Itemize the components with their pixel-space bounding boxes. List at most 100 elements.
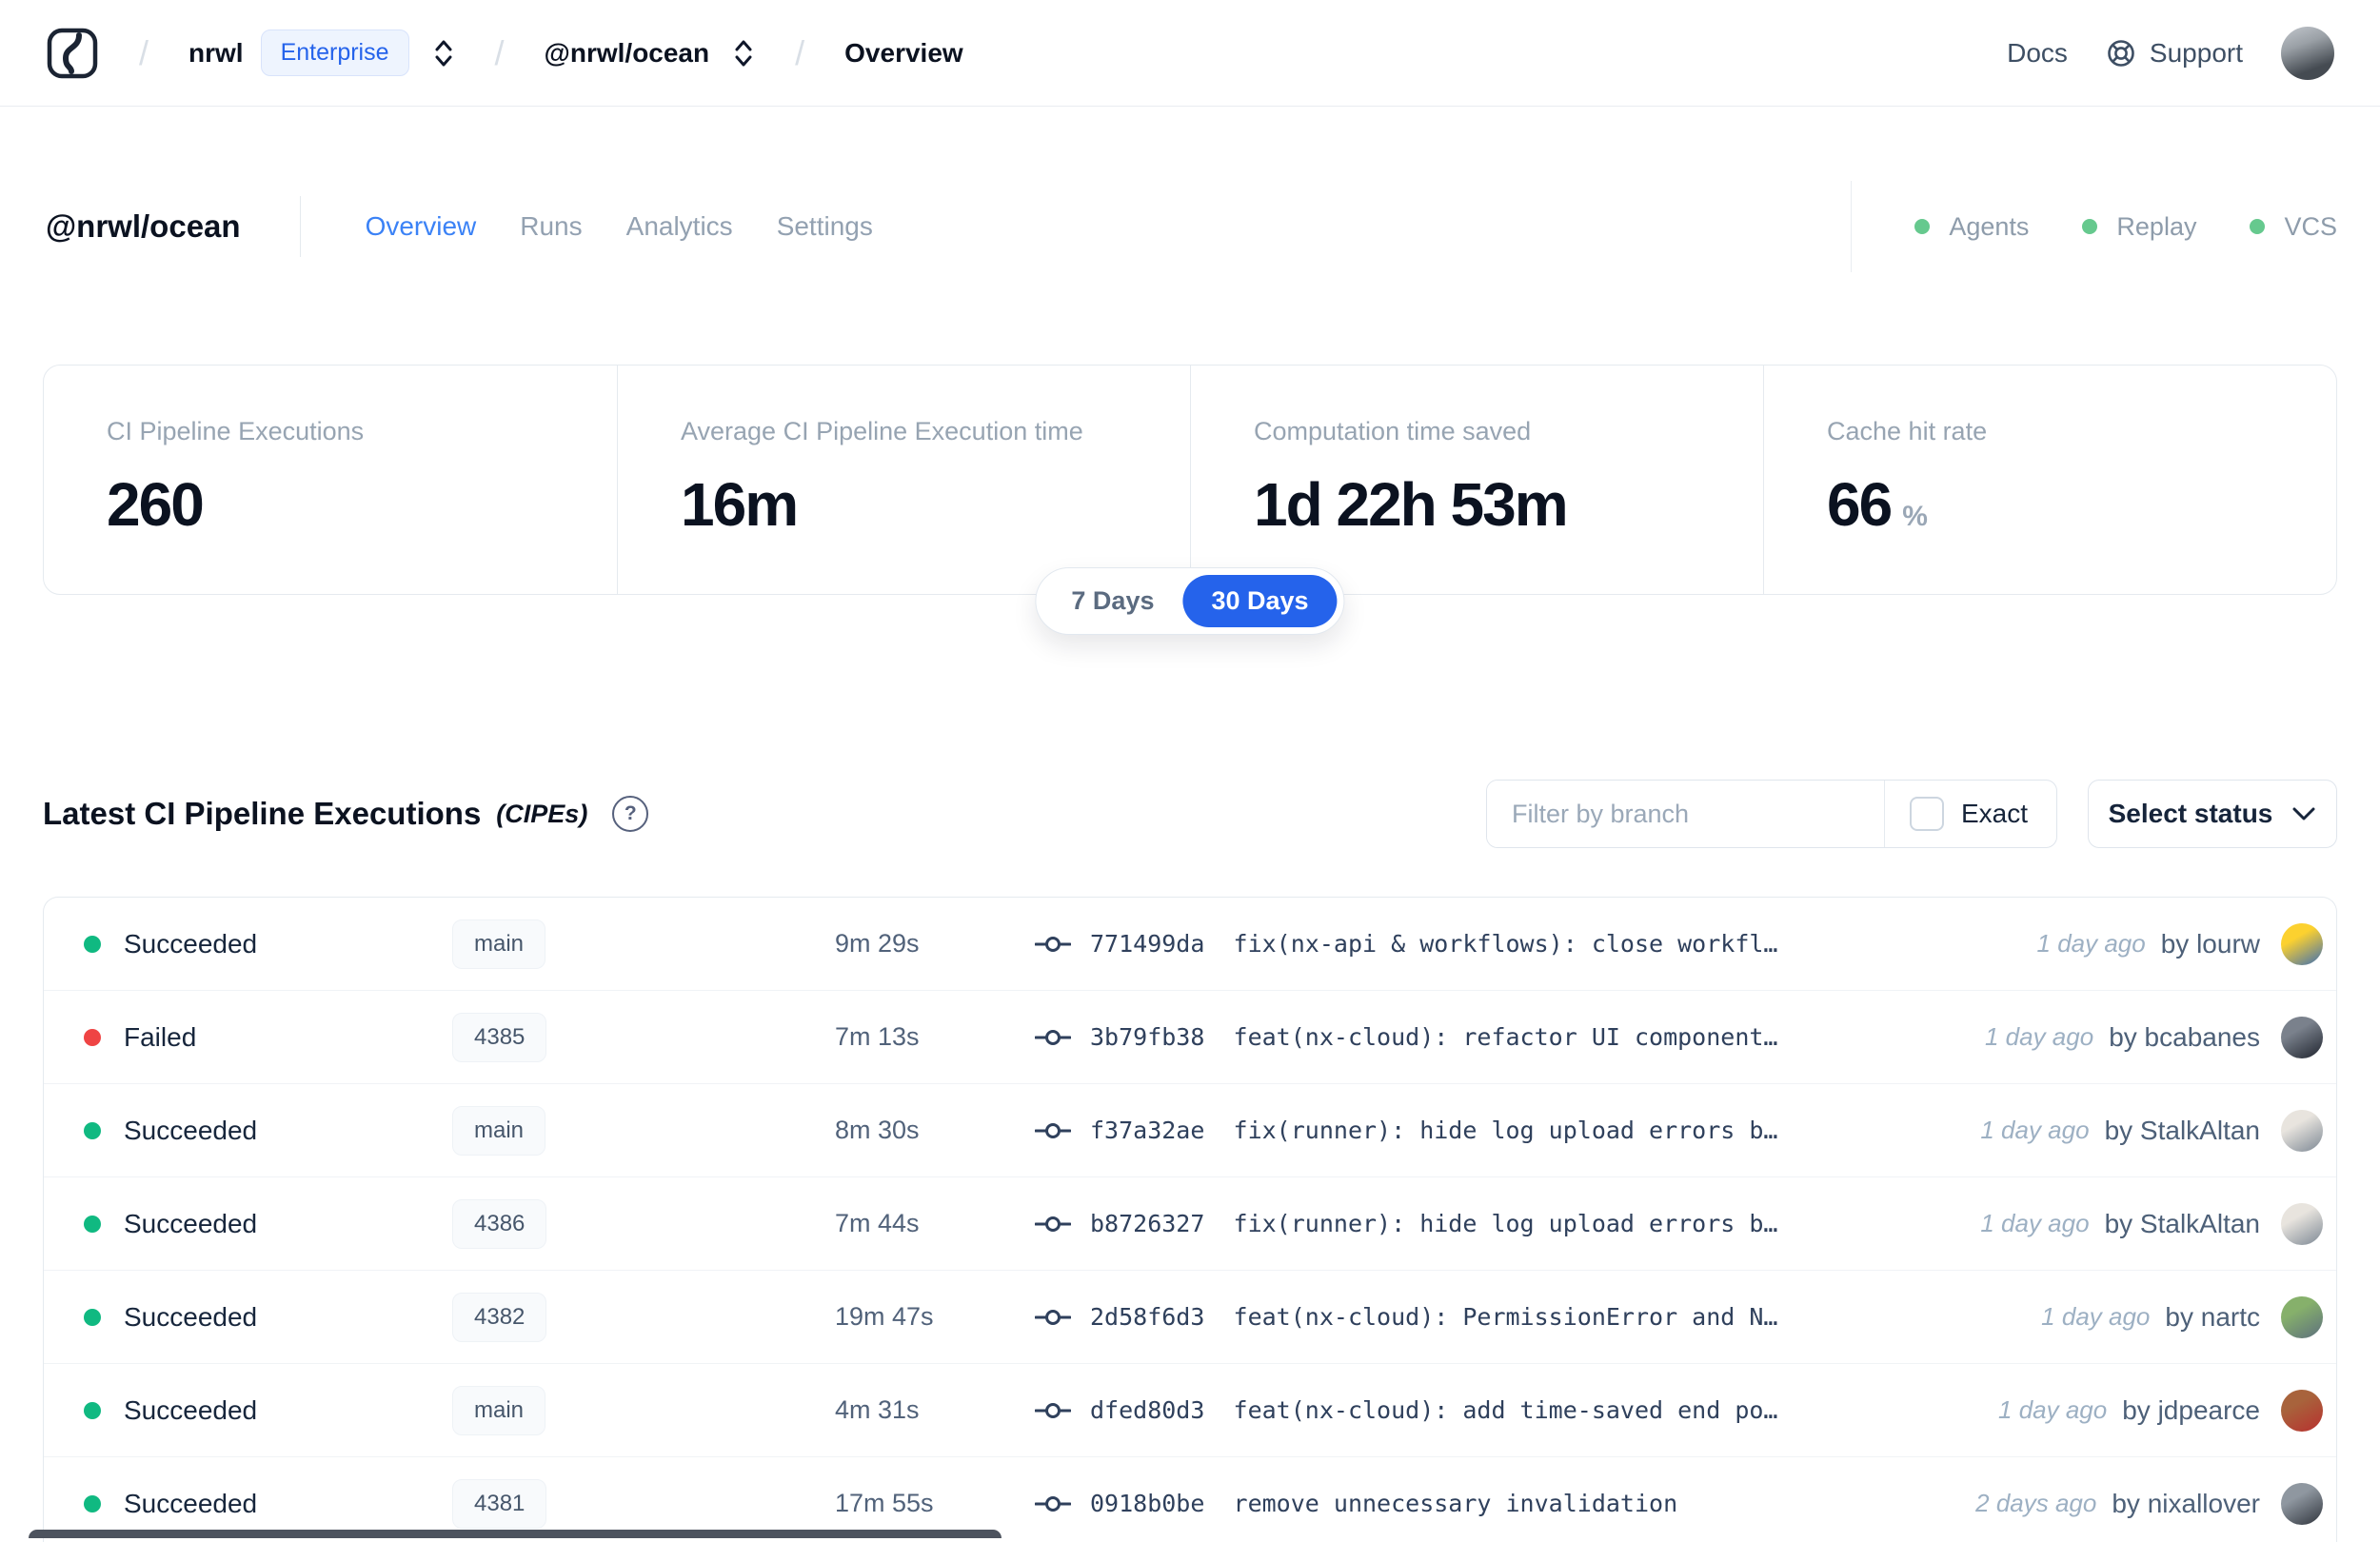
service-label: VCS: [2284, 211, 2337, 241]
commit-message[interactable]: b8726327 fix(runner): hide log upload er…: [1090, 1210, 1777, 1237]
time-ago: 1 day ago: [1984, 1022, 2094, 1051]
commit-message[interactable]: 771499da fix(nx-api & workflows): close …: [1090, 930, 1777, 958]
cipes-table: Succeeded main 9m 29s 771499da fix(nx-ap…: [43, 897, 2337, 1542]
stat-value: 66: [1827, 470, 1893, 539]
exact-checkbox[interactable]: [1909, 797, 1944, 831]
service-status[interactable]: VCS: [2250, 212, 2337, 242]
range-option[interactable]: 7 Days: [1042, 575, 1182, 627]
author: by lourw: [2160, 928, 2260, 959]
tab[interactable]: Overview: [366, 211, 477, 242]
tab[interactable]: Runs: [520, 211, 582, 242]
branch-badge[interactable]: main: [452, 1385, 546, 1435]
stat-card: Computation time saved 1d 22h 53m: [1190, 366, 1763, 594]
cipes-section-header: Latest CI Pipeline Executions (CIPEs) ? …: [43, 779, 2337, 849]
nx-cloud-logo[interactable]: [46, 27, 99, 80]
branch-badge[interactable]: main: [452, 1105, 546, 1156]
tab[interactable]: Analytics: [626, 211, 733, 242]
stats-cards: CI Pipeline Executions 260 Average CI Pi…: [43, 365, 2337, 595]
status-label: Succeeded: [124, 1394, 258, 1425]
branch-badge[interactable]: 4382: [452, 1292, 547, 1342]
author: by jdpearce: [2122, 1394, 2260, 1425]
breadcrumb-workspace[interactable]: @nrwl/ocean: [545, 38, 710, 69]
avatar[interactable]: [2281, 1482, 2323, 1525]
avatar[interactable]: [2281, 1016, 2323, 1058]
service-label: Agents: [1949, 211, 2030, 241]
enterprise-badge: Enterprise: [260, 30, 409, 76]
org-selector-chevrons-icon[interactable]: [432, 37, 455, 69]
author: by StalkAltan: [2104, 1208, 2260, 1238]
stat-value: 260: [107, 470, 205, 539]
page-title: @nrwl/ocean: [46, 208, 241, 244]
tab[interactable]: Settings: [777, 211, 873, 242]
service-status[interactable]: Agents: [1914, 212, 2029, 242]
duration: 19m 47s: [835, 1302, 934, 1331]
time-ago: 2 days ago: [1975, 1489, 2097, 1517]
branch-filter-input[interactable]: [1487, 781, 1884, 847]
stat-card: CI Pipeline Executions 260: [44, 366, 617, 594]
help-icon[interactable]: ?: [612, 796, 649, 832]
git-commit-icon: [1035, 1400, 1071, 1421]
range-option[interactable]: 30 Days: [1182, 575, 1338, 627]
avatar[interactable]: [2281, 922, 2323, 965]
date-range-toggle: 7 Days 30 Days: [1035, 567, 1345, 635]
avatar[interactable]: [2281, 1109, 2323, 1152]
stat-label: Average CI Pipeline Execution time: [681, 417, 1083, 445]
table-row[interactable]: Failed 4385 7m 13s 3b79fb38 feat(nx-clou…: [44, 991, 2336, 1084]
table-row[interactable]: Succeeded main 9m 29s 771499da fix(nx-ap…: [44, 898, 2336, 991]
time-ago: 1 day ago: [2041, 1302, 2151, 1331]
avatar[interactable]: [2281, 1295, 2323, 1338]
avatar[interactable]: [2281, 1202, 2323, 1245]
breadcrumb-separator: /: [494, 32, 505, 72]
git-commit-icon: [1035, 1027, 1071, 1048]
git-commit-icon: [1035, 1493, 1071, 1514]
status-select-dropdown[interactable]: Select status: [2088, 780, 2337, 848]
commit-message[interactable]: 0918b0be remove unnecessary invalidation: [1090, 1490, 1677, 1517]
exact-label: Exact: [1960, 799, 2028, 828]
status-label: Succeeded: [124, 1488, 258, 1518]
status-dot: [84, 1215, 101, 1233]
table-row[interactable]: Succeeded main 8m 30s f37a32ae fix(runne…: [44, 1084, 2336, 1177]
status-label: Succeeded: [124, 1208, 258, 1238]
breadcrumb-org[interactable]: nrwl: [188, 38, 244, 69]
status-dot: [84, 1494, 101, 1512]
status-label: Failed: [124, 1021, 197, 1052]
workspace-selector-chevrons-icon[interactable]: [732, 37, 755, 69]
docs-link[interactable]: Docs: [2007, 38, 2068, 69]
duration: 7m 13s: [835, 1022, 920, 1051]
stat-card: Average CI Pipeline Execution time 16m: [617, 366, 1190, 594]
commit-message[interactable]: 2d58f6d3 feat(nx-cloud): PermissionError…: [1090, 1303, 1777, 1331]
table-row[interactable]: Succeeded main 4m 31s dfed80d3 feat(nx-c…: [44, 1364, 2336, 1457]
stat-value: 16m: [681, 470, 799, 539]
lifebuoy-icon: [2106, 38, 2136, 69]
branch-badge[interactable]: 4386: [452, 1198, 547, 1249]
time-ago: 1 day ago: [2036, 929, 2146, 958]
user-avatar[interactable]: [2281, 26, 2334, 80]
top-nav: / nrwl Enterprise / @nrwl/ocean / Overvi…: [0, 0, 2380, 107]
breadcrumb-separator: /: [139, 32, 149, 72]
status-dot: [84, 1121, 101, 1139]
service-status-group: Agents Replay VCS: [1851, 181, 2337, 272]
author: by bcabanes: [2109, 1021, 2260, 1052]
git-commit-icon: [1035, 1120, 1071, 1141]
horizontal-scrollbar-thumb[interactable]: [29, 1530, 1002, 1538]
section-title: Latest CI Pipeline Executions: [43, 796, 482, 831]
section-title-suffix: (CIPEs): [496, 799, 588, 828]
branch-badge[interactable]: main: [452, 919, 546, 969]
author: by nixallover: [2112, 1488, 2260, 1518]
commit-message[interactable]: f37a32ae fix(runner): hide log upload er…: [1090, 1117, 1777, 1144]
status-label: Succeeded: [124, 928, 258, 959]
stat-card: Cache hit rate 66 %: [1763, 366, 2336, 594]
stat-value: 1d 22h 53m: [1254, 470, 1569, 539]
avatar[interactable]: [2281, 1389, 2323, 1432]
branch-badge[interactable]: 4385: [452, 1012, 547, 1062]
commit-message[interactable]: 3b79fb38 feat(nx-cloud): refactor UI com…: [1090, 1023, 1777, 1051]
table-row[interactable]: Succeeded 4386 7m 44s b8726327 fix(runne…: [44, 1177, 2336, 1271]
service-status[interactable]: Replay: [2082, 212, 2196, 242]
support-link[interactable]: Support: [2106, 38, 2243, 69]
stat-suffix: %: [1902, 501, 1928, 532]
commit-message[interactable]: dfed80d3 feat(nx-cloud): add time-saved …: [1090, 1396, 1777, 1424]
branch-badge[interactable]: 4381: [452, 1478, 547, 1529]
time-ago: 1 day ago: [1998, 1395, 2108, 1424]
time-ago: 1 day ago: [1980, 1116, 2090, 1144]
table-row[interactable]: Succeeded 4382 19m 47s 2d58f6d3 feat(nx-…: [44, 1271, 2336, 1364]
